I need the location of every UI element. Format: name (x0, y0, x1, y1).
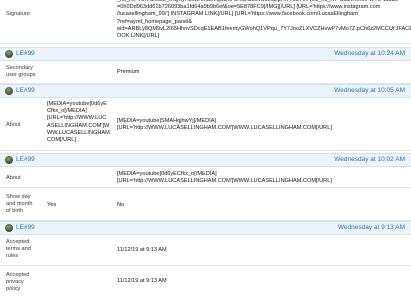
avatar[interactable] (5, 50, 13, 58)
old-value: [MEDIA=youtube]0d6yE Cfkx_o[/MEDIA] [URL… (47, 101, 112, 144)
timestamp[interactable]: Wednesday at 10:24 AM (334, 50, 405, 58)
change-log: Signature _hc_ref=ARFuxo8E_fAQnyHcxwHmas… (0, 0, 411, 300)
timestamp[interactable]: Wednesday at 9:13 AM (338, 224, 405, 232)
new-value: No (117, 202, 125, 208)
timestamp[interactable]: Wednesday at 10:05 AM (334, 87, 405, 95)
new-value: Premium (117, 69, 140, 75)
username-link[interactable]: LE#99 (16, 87, 35, 95)
change-entry-header: LE#99 Wednesday at 10:02 AM (0, 153, 411, 167)
username-link[interactable]: LE#99 (16, 50, 35, 58)
field-label: Secondary user groups (6, 65, 36, 79)
username-link[interactable]: LE#99 (16, 156, 35, 164)
change-entry-header: LE#99 Wednesday at 10:24 AM (0, 47, 411, 61)
new-value: 11/12/19 at 9:13 AM (117, 247, 167, 253)
field-label: Accepted terms and rules (6, 239, 31, 260)
new-value: 11/12/19 at 9:13 AM (117, 278, 167, 284)
username-link[interactable]: LE#99 (16, 224, 35, 232)
change-row-accepted-privacy: Accepted privacy policy 11/12/19 at 9:13… (0, 266, 411, 300)
field-label: About (6, 122, 21, 128)
change-entry-header: LE#99 Wednesday at 10:05 AM (0, 84, 411, 98)
change-row-about: About [MEDIA=youtube]0d6yECfkx_o[/MEDIA]… (0, 167, 411, 188)
avatar[interactable] (5, 156, 13, 164)
change-row-show-birthday: Show day and month of birth Yes No (0, 188, 411, 221)
change-row-accepted-terms: Accepted terms and rules 11/12/19 at 9:1… (0, 235, 411, 266)
change-row-secondary-groups: Secondary user groups Premium (0, 61, 411, 84)
field-label: Accepted privacy policy (6, 272, 30, 293)
old-value: Yes (47, 202, 57, 208)
avatar[interactable] (5, 224, 13, 232)
change-entry-header: LE#99 Wednesday at 9:13 AM (0, 221, 411, 235)
avatar[interactable] (5, 87, 13, 95)
timestamp[interactable]: Wednesday at 10:02 AM (334, 156, 405, 164)
new-value: [MEDIA=youtube]0d6yECfkx_o[/MEDIA] [URL=… (117, 171, 332, 185)
new-value: _hc_ref=ARFuxo8E_fAQnyHcxwHmasVqwDfJ-5RS… (117, 0, 411, 40)
new-value: [MEDIA=youtube]SMAHqjhwYj[/MEDIA] [URL='… (117, 118, 332, 132)
field-label: Signature (6, 11, 30, 17)
field-label: Show day and month of birth (6, 194, 33, 215)
change-row-about: About [MEDIA=youtube]0d6yE Cfkx_o[/MEDIA… (0, 98, 411, 151)
field-label: About (6, 175, 21, 181)
change-row-signature: Signature _hc_ref=ARFuxo8E_fAQnyHcxwHmas… (0, 0, 411, 44)
